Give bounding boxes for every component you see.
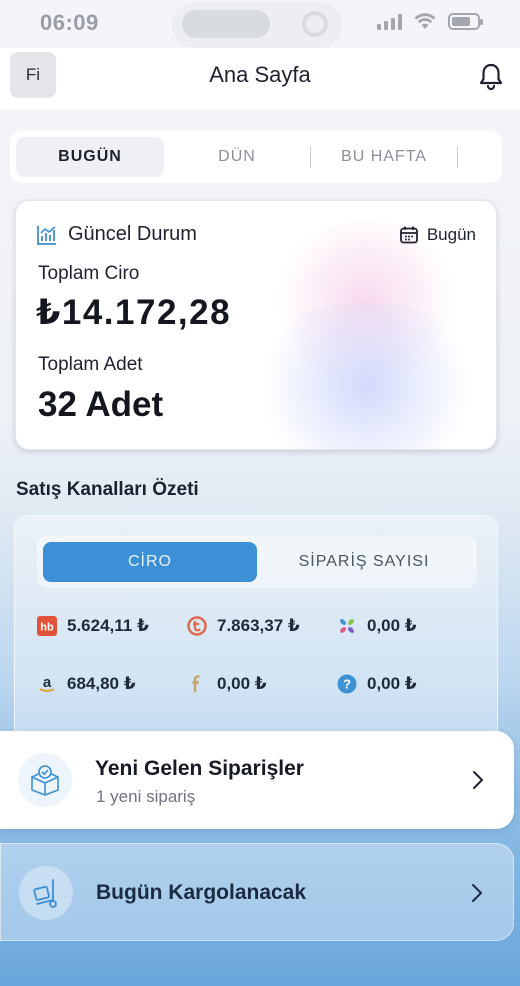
segment-revenue[interactable]: CİRO: [43, 542, 257, 582]
chart-icon: [37, 225, 56, 245]
section-title: Satış Kanalları Özeti: [16, 479, 199, 500]
dynamic-island: [172, 2, 342, 48]
channel-value: 0,00 ₺: [367, 616, 417, 635]
date-filter-label: Bugün: [426, 225, 476, 244]
channel-item[interactable]: a 684,80 ₺: [37, 674, 136, 694]
channel-value: 684,80 ₺: [67, 674, 136, 693]
quantity-value: 32 Adet: [38, 385, 164, 424]
camera-icon: [302, 11, 328, 37]
chevron-right-icon: [472, 884, 482, 902]
new-orders-card[interactable]: Yeni Gelen Siparişler 1 yeni sipariş: [0, 731, 514, 829]
hand-truck-icon: [19, 866, 73, 920]
period-tabs: BUGÜN DÜN BU HAFTA: [10, 131, 502, 183]
tab-this-week[interactable]: BU HAFTA: [311, 137, 457, 177]
quantity-label: Toplam Adet: [38, 354, 143, 375]
status-card: Güncel Durum Bugün Toplam Ciro ₺14.172,2…: [15, 200, 497, 450]
svg-text:hb: hb: [40, 622, 54, 634]
channel-value: 5.624,11 ₺: [67, 616, 149, 635]
segment-order-count[interactable]: SİPARİŞ SAYISI: [257, 542, 471, 582]
bell-icon[interactable]: [478, 62, 504, 90]
status-icons: [377, 13, 483, 30]
question-icon: ?: [337, 674, 357, 694]
channel-item[interactable]: ? 0,00 ₺: [337, 674, 417, 694]
svg-text:?: ?: [343, 677, 351, 692]
tab-divider: [457, 146, 458, 168]
channel-value: 7.863,37 ₺: [217, 616, 300, 635]
page-title: Ana Sayfa: [209, 62, 311, 87]
revenue-label: Toplam Ciro: [38, 263, 140, 284]
revenue-value: ₺14.172,28: [36, 293, 232, 332]
hepsiburada-icon: hb: [37, 616, 57, 636]
app-header: Fi Ana Sayfa: [0, 48, 520, 110]
wifi-icon: [414, 13, 436, 29]
channels-card: CİRO SİPARİŞ SAYISI hb 5.624,11 ₺ 7.863,…: [14, 515, 498, 745]
calendar-icon: [399, 226, 418, 244]
ciceksepeti-icon: [337, 616, 357, 636]
tab-yesterday[interactable]: DÜN: [164, 137, 310, 177]
amazon-icon: a: [37, 674, 57, 694]
channel-item[interactable]: hb 5.624,11 ₺: [37, 616, 149, 636]
svg-text:a: a: [43, 674, 52, 691]
card-header: Güncel Durum: [36, 223, 197, 246]
card-title: Güncel Durum: [68, 223, 197, 245]
island-pill: [182, 10, 270, 38]
channel-item[interactable]: 0,00 ₺: [187, 674, 267, 694]
chevron-right-icon: [473, 771, 483, 789]
channel-segment-control: CİRO SİPARİŞ SAYISI: [37, 536, 477, 588]
channel-item[interactable]: 7.863,37 ₺: [187, 616, 300, 636]
new-orders-title: Yeni Gelen Siparişler: [95, 757, 304, 780]
status-bar: 06:09: [0, 0, 520, 48]
date-filter[interactable]: Bugün: [399, 225, 476, 245]
channel-value: 0,00 ₺: [217, 674, 267, 693]
signal-icon: [377, 13, 402, 30]
tab-today[interactable]: BUGÜN: [16, 137, 164, 177]
channel-value: 0,00 ₺: [367, 674, 417, 693]
package-check-icon: [18, 753, 72, 807]
shipping-today-title: Bugün Kargolanacak: [96, 881, 307, 904]
trendyol-icon: [187, 616, 207, 636]
status-time: 06:09: [40, 10, 99, 35]
facebook-icon: [187, 674, 207, 694]
shipping-today-card[interactable]: Bugün Kargolanacak: [0, 843, 514, 941]
channel-item[interactable]: 0,00 ₺: [337, 616, 417, 636]
new-orders-subtitle: 1 yeni sipariş: [96, 787, 196, 806]
battery-icon: [448, 13, 483, 30]
